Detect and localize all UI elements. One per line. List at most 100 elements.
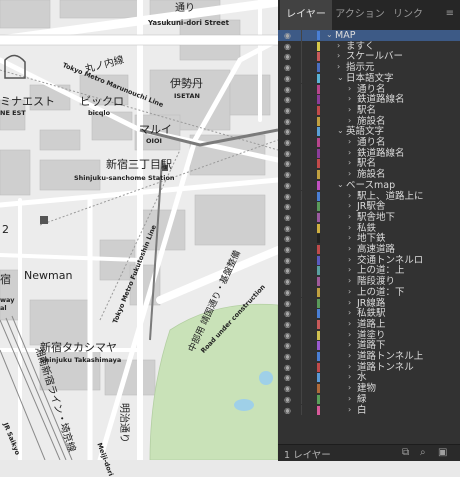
layer-row[interactable]: ◉ › 施設名 [278,115,460,127]
visibility-eye-icon[interactable]: ◉ [284,52,291,61]
layer-row[interactable]: ◉ › 鉄道路線名 [278,147,460,159]
chevron-right-icon[interactable]: › [348,265,351,275]
chevron-right-icon[interactable]: › [348,372,351,382]
visibility-eye-icon[interactable]: ◉ [284,373,291,382]
visibility-eye-icon[interactable]: ◉ [284,138,291,147]
chevron-right-icon[interactable]: › [348,319,351,329]
layer-row[interactable]: ◉ › 緑 [278,393,460,405]
chevron-right-icon[interactable]: › [348,330,351,340]
visibility-eye-icon[interactable]: ◉ [284,63,291,72]
chevron-down-icon[interactable]: ⌄ [337,73,344,83]
layer-row[interactable]: ◉ › 水 [278,372,460,383]
chevron-right-icon[interactable]: › [348,351,351,361]
layer-row[interactable]: ◉ › JR駅舎 [278,201,460,212]
layer-row[interactable]: ◉ ⌄ MAP [278,30,460,41]
visibility-eye-icon[interactable]: ◉ [284,117,291,126]
chevron-right-icon[interactable]: › [337,41,340,51]
tab-actions[interactable]: アクション [334,0,386,30]
chevron-right-icon[interactable]: › [348,340,351,350]
visibility-eye-icon[interactable]: ◉ [284,74,291,83]
chevron-right-icon[interactable]: › [348,255,351,265]
chevron-right-icon[interactable]: › [348,191,351,201]
visibility-eye-icon[interactable]: ◉ [284,181,291,190]
visibility-eye-icon[interactable]: ◉ [284,277,291,286]
chevron-right-icon[interactable]: › [348,233,351,243]
visibility-eye-icon[interactable]: ◉ [284,192,291,201]
chevron-right-icon[interactable]: › [348,223,351,233]
layer-row[interactable]: ◉ › 駅名 [278,104,460,116]
chevron-right-icon[interactable]: › [348,158,351,168]
visibility-eye-icon[interactable]: ◉ [284,320,291,329]
panel-menu-icon[interactable]: ≡ [446,8,454,19]
layer-row[interactable]: ◉ › 建物 [278,383,460,394]
chevron-right-icon[interactable]: › [348,84,351,94]
layer-row[interactable]: ◉ › 上の道：上 [278,265,460,276]
layer-row[interactable]: ◉ › 鉄道路線名 [278,94,460,105]
visibility-eye-icon[interactable]: ◉ [284,42,291,51]
chevron-down-icon[interactable]: ⌄ [326,30,333,40]
layer-row[interactable]: ◉ › 私鉄 [278,222,460,234]
layer-row[interactable]: ◉ › 道塗り [278,329,460,341]
visibility-eye-icon[interactable]: ◉ [284,170,291,179]
layer-row[interactable]: ◉ › 通り名 [278,137,460,148]
visibility-eye-icon[interactable]: ◉ [284,309,291,318]
visibility-eye-icon[interactable]: ◉ [284,106,291,115]
chevron-right-icon[interactable]: › [348,169,351,179]
visibility-eye-icon[interactable]: ◉ [284,149,291,158]
chevron-right-icon[interactable]: › [348,244,351,254]
visibility-eye-icon[interactable]: ◉ [284,363,291,372]
layer-row[interactable]: ◉ › 階段渡り [278,276,460,287]
chevron-right-icon[interactable]: › [348,308,351,318]
chevron-down-icon[interactable]: ⌄ [337,180,344,190]
visibility-eye-icon[interactable]: ◉ [284,299,291,308]
export-icon[interactable]: ⧉ [402,447,409,458]
visibility-eye-icon[interactable]: ◉ [284,245,291,254]
chevron-right-icon[interactable]: › [348,383,351,393]
chevron-right-icon[interactable]: › [348,116,351,126]
layer-row[interactable]: ◉ › 駅舎地下 [278,211,460,223]
visibility-eye-icon[interactable]: ◉ [284,224,291,233]
chevron-right-icon[interactable]: › [348,137,351,147]
layer-row[interactable]: ◉ › 駅上、道路上に [278,190,460,202]
layer-row[interactable]: ◉ › 施設名 [278,169,460,180]
chevron-right-icon[interactable]: › [337,62,340,72]
visibility-eye-icon[interactable]: ◉ [284,384,291,393]
visibility-eye-icon[interactable]: ◉ [284,234,291,243]
chevron-right-icon[interactable]: › [348,362,351,372]
layer-row[interactable]: ◉ › 道路トンネル [278,361,460,373]
layer-row[interactable]: ◉ › 私鉄駅 [278,308,460,319]
visibility-eye-icon[interactable]: ◉ [284,331,291,340]
chevron-right-icon[interactable]: › [348,212,351,222]
chevron-right-icon[interactable]: › [337,51,340,61]
visibility-eye-icon[interactable]: ◉ [284,266,291,275]
layer-row[interactable]: ◉ ⌄ ベースmap [278,179,460,191]
tab-links[interactable]: リンク [388,0,428,30]
visibility-eye-icon[interactable]: ◉ [284,341,291,350]
tab-layers[interactable]: レイヤー [280,0,332,30]
layer-row[interactable]: ◉ › 指示元 [278,62,460,73]
visibility-eye-icon[interactable]: ◉ [284,95,291,104]
chevron-right-icon[interactable]: › [348,276,351,286]
visibility-eye-icon[interactable]: ◉ [284,127,291,136]
chevron-right-icon[interactable]: › [348,201,351,211]
chevron-right-icon[interactable]: › [348,394,351,404]
layer-row[interactable]: ◉ › 上の道：下 [278,286,460,298]
layer-row[interactable]: ◉ › ますく [278,40,460,52]
layer-row[interactable]: ◉ › 通り名 [278,83,460,95]
layer-row[interactable]: ◉ › 高速道路 [278,244,460,255]
layer-row[interactable]: ◉ › 道路上 [278,318,460,330]
visibility-eye-icon[interactable]: ◉ [284,213,291,222]
visibility-eye-icon[interactable]: ◉ [284,352,291,361]
visibility-eye-icon[interactable]: ◉ [284,395,291,404]
chevron-down-icon[interactable]: ⌄ [337,126,344,136]
visibility-eye-icon[interactable]: ◉ [284,159,291,168]
layer-row[interactable]: ◉ › スケールバー [278,51,460,62]
visibility-eye-icon[interactable]: ◉ [284,288,291,297]
chevron-right-icon[interactable]: › [348,287,351,297]
layer-row[interactable]: ◉ ⌄ 英語文字 [278,126,460,137]
layer-row[interactable]: ◉ › 道路下 [278,340,460,351]
layer-row[interactable]: ◉ ⌄ 日本語文字 [278,72,460,84]
chevron-right-icon[interactable]: › [348,298,351,308]
layer-row[interactable]: ◉ › 道路トンネル上 [278,351,460,362]
visibility-eye-icon[interactable]: ◉ [284,31,291,40]
